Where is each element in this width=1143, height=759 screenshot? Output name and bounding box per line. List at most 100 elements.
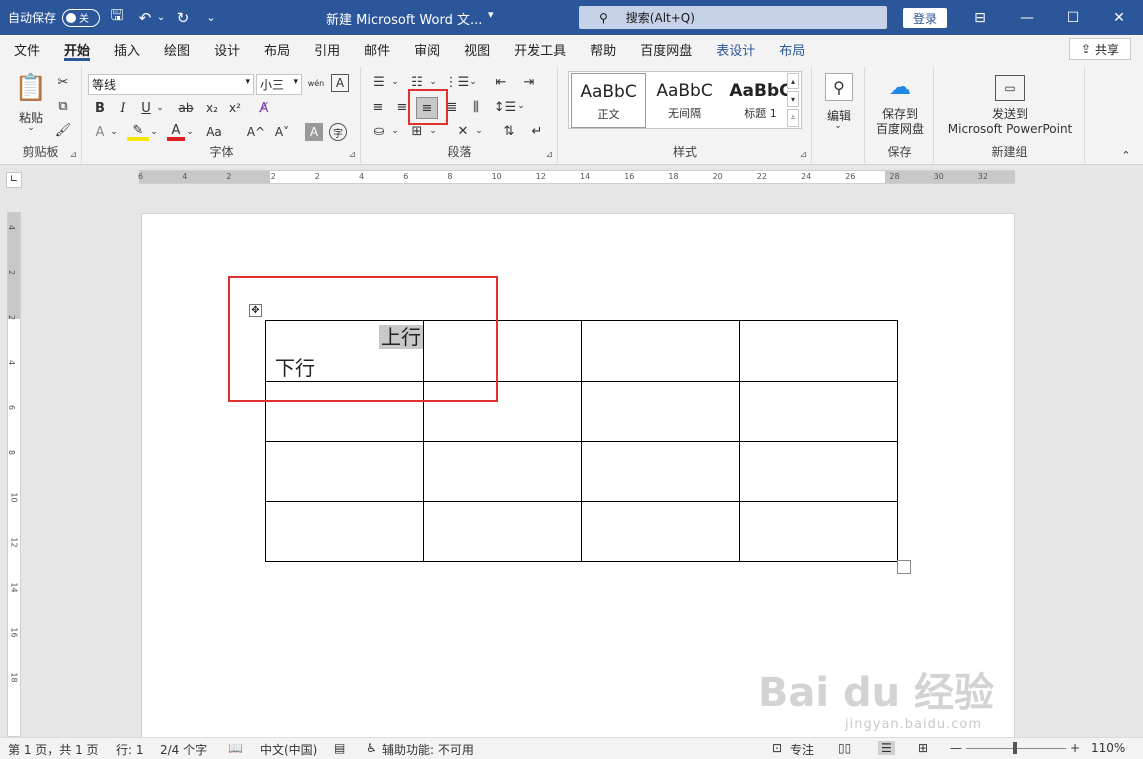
zoom-out-icon[interactable]: — [950,741,962,755]
borders-icon[interactable]: ⊞ [406,122,428,140]
highlight-dropdown-icon[interactable]: ⌄ [149,123,159,141]
table-resize-handle[interactable] [897,560,911,574]
undo-dropdown-icon[interactable]: ⌄ [156,7,166,29]
borders-dropdown-icon[interactable]: ⌄ [428,122,438,140]
clear-formatting-icon[interactable]: A̸ [253,99,275,117]
grow-font-button[interactable]: A^ [247,123,265,141]
decrease-indent-icon[interactable]: ⇤ [490,73,512,91]
proofing-icon[interactable]: 📖 [228,741,243,755]
print-layout-icon[interactable]: ☰ [878,741,895,755]
line-spacing-icon[interactable]: ↕☰ [494,97,517,117]
table-cell[interactable] [739,320,898,382]
enclose-characters-icon[interactable]: 字 [329,123,347,141]
table-cell[interactable] [265,441,424,502]
phonetic-guide-icon[interactable]: wén [305,72,327,94]
focus-mode[interactable]: 专注 [790,741,814,758]
line-spacing-dropdown-icon[interactable]: ⌄ [516,97,526,115]
tab-table-layout[interactable]: 布局 [767,35,817,63]
styles-launcher-icon[interactable]: ⊿ [799,150,807,160]
clipboard-launcher-icon[interactable]: ⊿ [69,150,77,160]
zoom-slider-thumb[interactable] [1013,742,1017,754]
multilevel-list-icon[interactable]: ⋮☰ [445,73,470,91]
macro-icon[interactable]: ▤ [334,741,345,755]
tab-file[interactable]: 文件 [0,35,52,63]
style-normal[interactable]: AaBbC 正文 [571,73,646,128]
redo-icon[interactable]: ↻ [172,7,194,29]
tab-insert[interactable]: 插入 [102,35,152,63]
minimize-icon[interactable]: — [1004,0,1050,35]
accessibility-status[interactable]: 辅助功能: 不可用 [382,741,474,758]
share-button[interactable]: ⇪ 共享 [1069,38,1131,60]
paragraph-launcher-icon[interactable]: ⊿ [545,150,553,160]
tab-baidu-netdisk[interactable]: 百度网盘 [628,35,704,63]
distributed-icon[interactable]: ⫼ [466,97,486,117]
accessibility-icon[interactable]: ♿ [366,741,377,755]
strikethrough-button[interactable]: ab [175,99,197,117]
tab-help[interactable]: 帮助 [578,35,628,63]
table-cell[interactable] [581,441,740,502]
table-cell[interactable] [423,441,582,502]
paste-dropdown-icon[interactable]: ⌄ [24,123,38,133]
collapse-ribbon-icon[interactable]: ⌃ [1118,147,1134,163]
font-color-icon[interactable]: A [167,123,185,141]
title-dropdown-icon[interactable]: ▾ [488,8,494,21]
copy-icon[interactable]: ⧉ [54,97,72,115]
table-cell[interactable] [739,381,898,442]
save-icon[interactable]: 🖫 [106,6,128,29]
login-button[interactable]: 登录 [903,8,947,28]
undo-icon[interactable]: ↶ [134,7,156,29]
asian-layout-dropdown-icon[interactable]: ⌄ [474,122,484,140]
table-cell[interactable] [739,501,898,562]
tab-review[interactable]: 审阅 [402,35,452,63]
change-case-button[interactable]: Aa [199,123,229,141]
font-launcher-icon[interactable]: ⊿ [348,150,356,160]
table-cell[interactable] [423,501,582,562]
increase-indent-icon[interactable]: ⇥ [518,73,540,91]
ribbon-display-icon[interactable]: ⊟ [957,0,1003,35]
character-border-icon[interactable]: A [331,74,349,92]
tab-draw[interactable]: 绘图 [152,35,202,63]
paste-icon[interactable]: 📋 [14,71,48,105]
tab-mailings[interactable]: 邮件 [352,35,402,63]
zoom-in-icon[interactable]: + [1070,741,1080,755]
styles-scroll-down-icon[interactable]: ▾ [787,91,799,107]
send-to-powerpoint-icon[interactable]: ▭ [995,75,1025,101]
superscript-button[interactable]: x² [226,99,244,117]
web-layout-icon[interactable]: ⊞ [918,741,928,755]
find-icon[interactable]: ⚲ [825,73,853,101]
format-painter-icon[interactable]: 🖌 [54,121,72,139]
edit-dropdown-icon[interactable]: ⌄ [831,121,845,131]
show-marks-icon[interactable]: ↵ [526,122,548,140]
send-to-powerpoint-button[interactable]: 发送到 Microsoft PowerPoint [935,107,1085,137]
word-count[interactable]: 2/4 个字 [160,741,207,758]
styles-scroll-up-icon[interactable]: ▴ [787,73,799,89]
style-no-spacing[interactable]: AaBbC 无间隔 [647,73,722,128]
italic-button[interactable]: I [114,99,132,117]
styles-more-icon[interactable]: ⩡ [787,109,799,127]
text-effects-icon[interactable]: A [91,123,109,141]
tab-table-design[interactable]: 表设计 [704,35,767,63]
language[interactable]: 中文(中国) [260,741,317,758]
tab-layout[interactable]: 布局 [252,35,302,63]
highlight-icon[interactable]: ✎ [127,123,149,141]
customize-toolbar-icon[interactable]: ⌄ [200,7,222,29]
shading-dropdown-icon[interactable]: ⌄ [390,122,400,140]
tab-references[interactable]: 引用 [302,35,352,63]
align-left-icon[interactable]: ≡ [368,97,388,117]
close-icon[interactable]: ✕ [1096,0,1142,35]
font-family-select[interactable]: 等线 ▾ [88,74,254,95]
table-cell[interactable] [581,381,740,442]
page-count[interactable]: 第 1 页，共 1 页 [8,741,99,758]
font-color-dropdown-icon[interactable]: ⌄ [185,123,195,141]
search-input[interactable]: ⚲ 搜索(Alt+Q) [579,6,887,29]
tab-developer[interactable]: 开发工具 [502,35,578,63]
cut-icon[interactable]: ✂ [54,73,72,91]
autosave[interactable]: 自动保存 关 [8,8,101,27]
table-cell[interactable] [739,441,898,502]
subscript-button[interactable]: x₂ [203,99,221,117]
multilevel-dropdown-icon[interactable]: ⌄ [468,73,478,91]
underline-button[interactable]: U [137,99,155,117]
table-cell[interactable] [265,501,424,562]
autosave-toggle[interactable]: 关 [62,8,101,27]
asian-layout-icon[interactable]: ✕ [452,122,474,140]
